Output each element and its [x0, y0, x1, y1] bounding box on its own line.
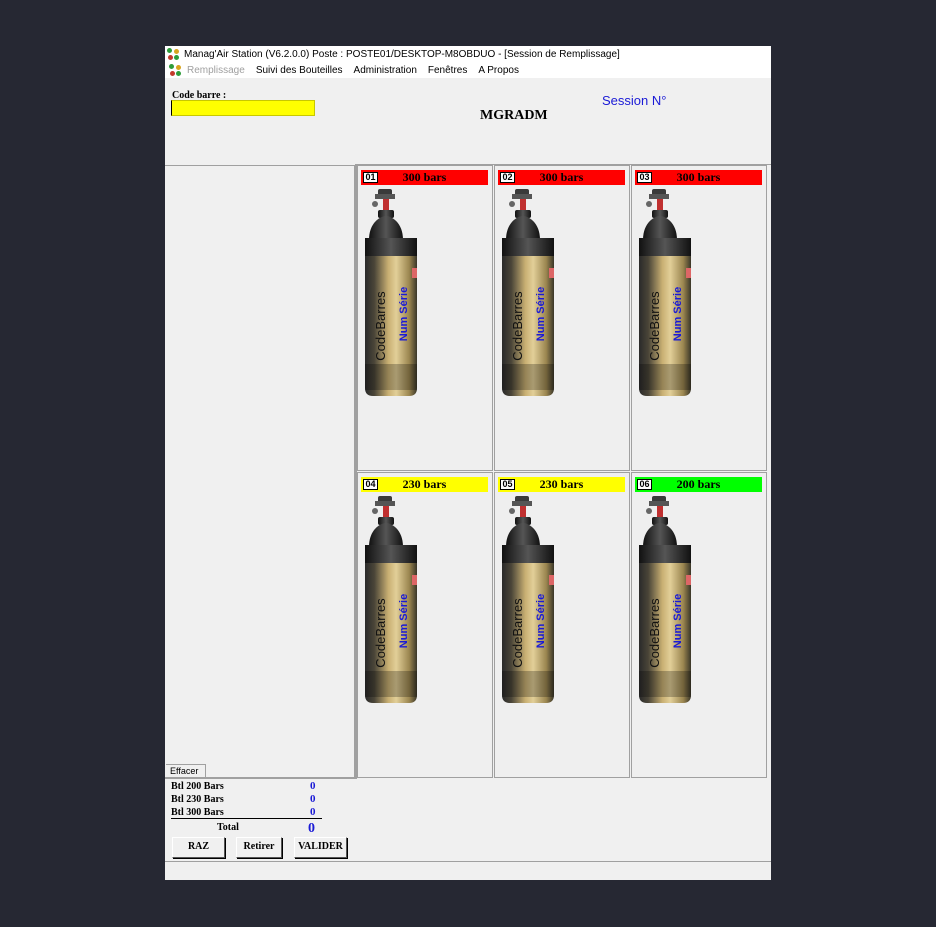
- scuba-tank-icon: CodeBarres Num Série: [639, 189, 691, 396]
- slot-number: 04: [363, 479, 378, 490]
- bottle-slot[interactable]: 02 300 bars CodeBarres Num Série: [494, 165, 630, 471]
- slot-number: 01: [363, 172, 378, 183]
- status-bar: [165, 861, 771, 880]
- session-label: Session N°: [602, 93, 667, 108]
- total-count: 0: [308, 821, 315, 836]
- codebarres-text: CodeBarres: [647, 598, 662, 668]
- window-title: Manag'Air Station (V6.2.0.0) Poste : POS…: [184, 48, 620, 60]
- btl230-count: 0: [310, 793, 316, 805]
- retirer-button[interactable]: Retirer: [236, 837, 282, 858]
- scuba-tank-icon: CodeBarres Num Série: [502, 189, 554, 396]
- slot-pressure: 230 bars: [539, 477, 584, 491]
- slot-number: 02: [500, 172, 515, 183]
- slot-pressure: 300 bars: [402, 170, 447, 184]
- app-window: Manag'Air Station (V6.2.0.0) Poste : POS…: [165, 46, 771, 880]
- codebarres-text: CodeBarres: [510, 598, 525, 668]
- mdi-child-icon[interactable]: [169, 63, 182, 77]
- slot-pressure: 300 bars: [539, 170, 584, 184]
- app-logo-icon: [167, 47, 180, 61]
- bottle-slot[interactable]: 03 300 bars CodeBarres Num Série: [631, 165, 767, 471]
- btl200-count: 0: [310, 780, 316, 792]
- menu-administration[interactable]: Administration: [354, 65, 417, 76]
- btl300-count: 0: [310, 806, 316, 818]
- scuba-tank-icon: CodeBarres Num Série: [502, 496, 554, 703]
- code-barre-input[interactable]: [171, 100, 315, 116]
- codebarres-text: CodeBarres: [373, 598, 388, 668]
- num-serie-text: Num Série: [398, 287, 410, 341]
- total-divider: [171, 818, 322, 819]
- num-serie-text: Num Série: [535, 594, 547, 648]
- bottle-slot-grid: 01 300 bars CodeBarres Num Série 02 300 …: [355, 164, 771, 779]
- effacer-tab[interactable]: Effacer: [166, 764, 206, 777]
- num-serie-text: Num Série: [535, 287, 547, 341]
- menu-bar: Remplissage Suivi des Bouteilles Adminis…: [165, 62, 771, 78]
- slot-pressure: 200 bars: [676, 477, 721, 491]
- bottle-slot[interactable]: 06 200 bars CodeBarres Num Série: [631, 472, 767, 778]
- slot-pressure-header: 06 200 bars: [635, 477, 762, 492]
- btl200-label: Btl 200 Bars: [171, 781, 224, 792]
- num-serie-text: Num Série: [672, 287, 684, 341]
- menu-suivi-bouteilles[interactable]: Suivi des Bouteilles: [256, 65, 343, 76]
- slot-pressure: 230 bars: [402, 477, 447, 491]
- scuba-tank-icon: CodeBarres Num Série: [365, 496, 417, 703]
- num-serie-text: Num Série: [398, 594, 410, 648]
- btl230-label: Btl 230 Bars: [171, 794, 224, 805]
- slot-pressure-header: 02 300 bars: [498, 170, 625, 185]
- bottle-slot[interactable]: 05 230 bars CodeBarres Num Série: [494, 472, 630, 778]
- codebarres-text: CodeBarres: [647, 291, 662, 361]
- slot-pressure-header: 05 230 bars: [498, 477, 625, 492]
- codebarres-text: CodeBarres: [510, 291, 525, 361]
- slot-number: 03: [637, 172, 652, 183]
- slot-pressure: 300 bars: [676, 170, 721, 184]
- bottle-slot[interactable]: 04 230 bars CodeBarres Num Série: [357, 472, 493, 778]
- codebarres-text: CodeBarres: [373, 291, 388, 361]
- valider-button[interactable]: VALIDER: [294, 837, 347, 858]
- total-label: Total: [217, 822, 239, 833]
- scuba-tank-icon: CodeBarres Num Série: [639, 496, 691, 703]
- bottle-slot[interactable]: 01 300 bars CodeBarres Num Série: [357, 165, 493, 471]
- raz-button[interactable]: RAZ: [172, 837, 225, 858]
- slot-pressure-header: 03 300 bars: [635, 170, 762, 185]
- btl300-label: Btl 300 Bars: [171, 807, 224, 818]
- scan-list-panel[interactable]: Effacer: [165, 165, 356, 779]
- slot-number: 05: [500, 479, 515, 490]
- slot-pressure-header: 04 230 bars: [361, 477, 488, 492]
- slot-pressure-header: 01 300 bars: [361, 170, 488, 185]
- username-label: MGRADM: [480, 108, 548, 123]
- num-serie-text: Num Série: [672, 594, 684, 648]
- menu-a-propos[interactable]: A Propos: [478, 65, 519, 76]
- menu-remplissage[interactable]: Remplissage: [187, 65, 245, 76]
- slot-number: 06: [637, 479, 652, 490]
- scuba-tank-icon: CodeBarres Num Série: [365, 189, 417, 396]
- menu-fenetres[interactable]: Fenêtres: [428, 65, 467, 76]
- title-bar: Manag'Air Station (V6.2.0.0) Poste : POS…: [165, 46, 771, 62]
